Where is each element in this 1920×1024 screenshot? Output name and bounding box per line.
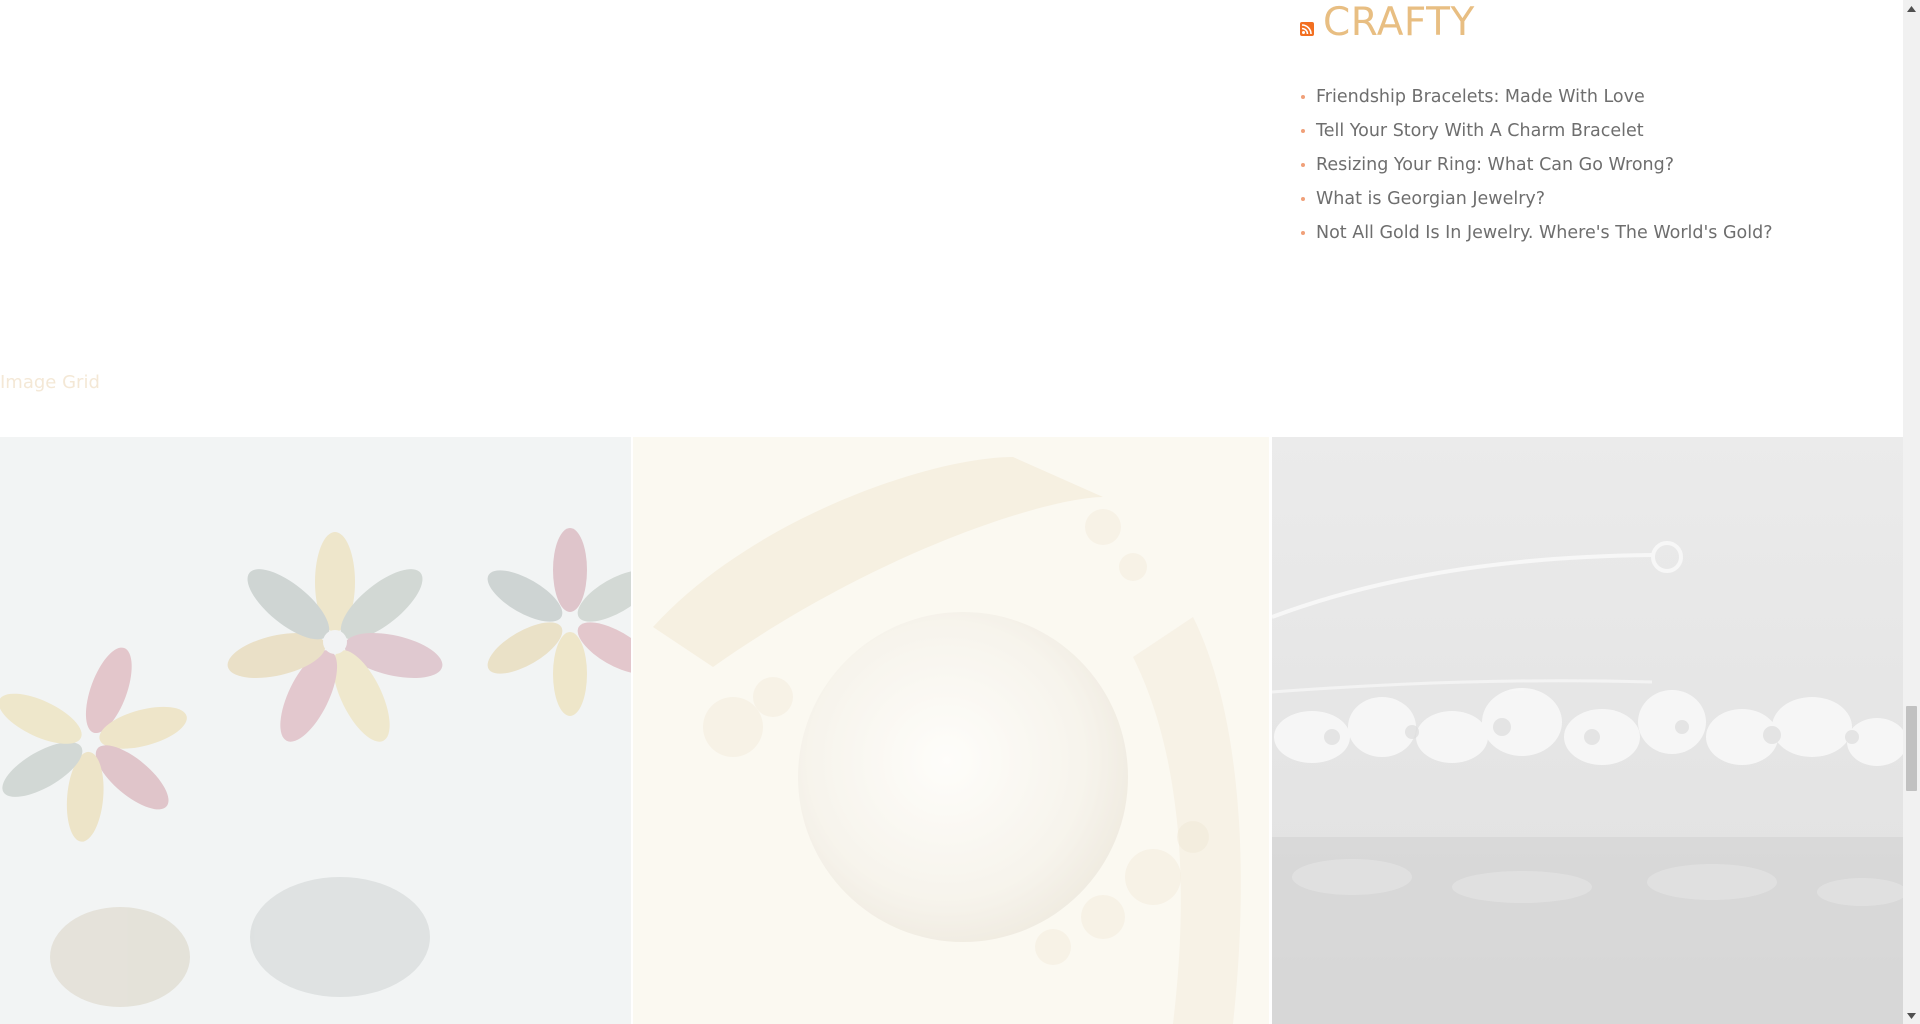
bullet-dot-icon — [1301, 129, 1305, 133]
scrollbar-thumb[interactable] — [1906, 706, 1917, 791]
bullet-dot-icon — [1301, 163, 1305, 167]
rss-feed-icon[interactable] — [1300, 22, 1314, 36]
rss-list-item: Tell Your Story With A Charm Bracelet — [1300, 114, 1773, 148]
scroll-down-arrow-icon[interactable] — [1903, 1007, 1920, 1024]
rss-list-item: What is Georgian Jewelry? — [1300, 182, 1773, 216]
bullet-dot-icon — [1301, 95, 1305, 99]
rss-item-link[interactable]: Friendship Bracelets: Made With Love — [1316, 87, 1645, 107]
page: CRAFTY Friendship Bracelets: Made With L… — [0, 0, 1903, 1024]
rss-item-link[interactable]: Tell Your Story With A Charm Bracelet — [1316, 121, 1644, 141]
bullet-dot-icon — [1301, 231, 1305, 235]
crystal-tiara-image — [1272, 541, 1903, 1024]
bullet-dot-icon — [1301, 197, 1305, 201]
image-grid-tile-amber-earrings[interactable] — [0, 437, 631, 1024]
image-grid-label: Image Grid — [0, 372, 100, 393]
rss-widget-title[interactable]: CRAFTY — [1323, 0, 1475, 46]
rss-item-link[interactable]: Resizing Your Ring: What Can Go Wrong? — [1316, 155, 1674, 175]
pearl-ring-image — [633, 437, 1269, 1024]
rss-list-item: Friendship Bracelets: Made With Love — [1300, 80, 1773, 114]
rss-widget-header: CRAFTY — [1300, 0, 1475, 46]
rss-item-link[interactable]: What is Georgian Jewelry? — [1316, 189, 1545, 209]
amber-flower-earrings-image — [0, 437, 631, 1024]
rss-item-list: Friendship Bracelets: Made With Love Tel… — [1300, 80, 1773, 250]
image-grid-tile-pearl-ring[interactable] — [633, 437, 1269, 1024]
vertical-scrollbar[interactable] — [1903, 0, 1920, 1024]
image-grid-tile-crystal-tiara[interactable] — [1272, 437, 1903, 1024]
rss-list-item: Not All Gold Is In Jewelry. Where's The … — [1300, 216, 1773, 250]
image-grid — [0, 437, 1903, 1024]
rss-item-link[interactable]: Not All Gold Is In Jewelry. Where's The … — [1316, 223, 1773, 243]
rss-list-item: Resizing Your Ring: What Can Go Wrong? — [1300, 148, 1773, 182]
scroll-up-arrow-icon[interactable] — [1903, 0, 1920, 17]
